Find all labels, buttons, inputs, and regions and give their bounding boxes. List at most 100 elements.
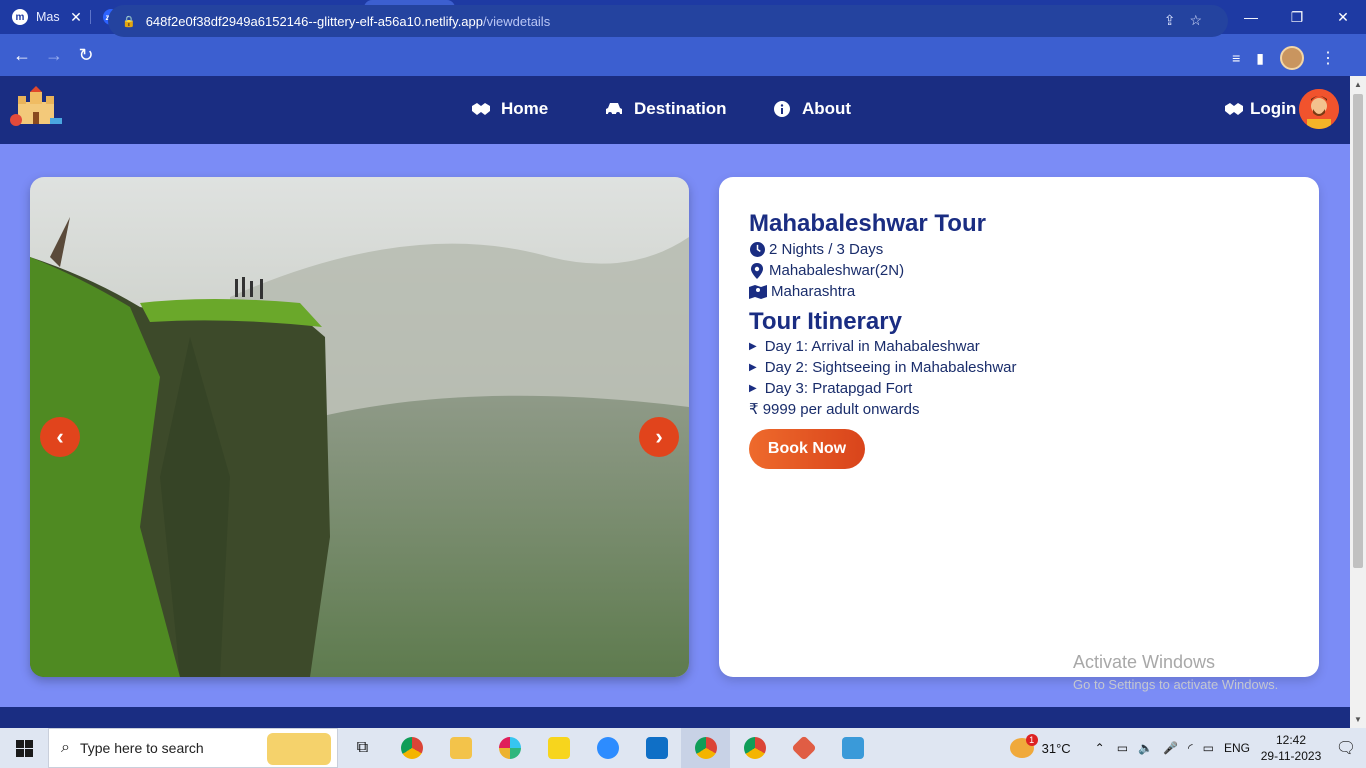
browser-toolbar-icons: ≡ ▮ ⋮ [1232,46,1336,70]
itinerary-item-label: Day 1: Arrival in Mahabaleshwar [764,338,980,355]
activate-windows-subtext: Go to Settings to activate Windows. [1073,677,1279,692]
window-controls: — ❐ ✕ [1228,0,1366,34]
nav-destination-label: Destination [634,99,727,118]
info-circle-icon [772,101,792,117]
map-icon [749,284,767,300]
map-pin-icon [749,262,765,279]
chrome-profile-icon[interactable] [730,728,779,768]
page-scrollbar[interactable]: ▲ ▼ [1350,76,1366,728]
notification-center-icon[interactable]: 🗨 [1326,738,1366,758]
itinerary-item-label: Day 3: Pratapgad Fort [764,380,913,397]
clock-date: 29-11-2023 [1260,749,1322,763]
itinerary-item-label: Day 2: Sightseeing in Mahabaleshwar [764,359,1017,376]
url-host: 648f2e0f38df2949a6152146--glittery-elf-a… [145,13,483,29]
tour-state: Maharashtra [771,283,856,300]
caret-right-icon: ▶ [749,341,757,352]
git-app-icon[interactable] [779,728,828,768]
nav-home-label: Home [501,99,549,118]
tour-duration: 2 Nights / 3 Days [769,241,884,258]
cheetah-search-highlight-icon [267,733,331,765]
handshake-icon [471,101,491,117]
search-icon: ⌕ [61,739,70,756]
browser-profile-avatar[interactable] [1280,46,1304,70]
chrome-app-icon[interactable] [387,728,436,768]
forward-icon[interactable]: → [38,45,70,66]
share-and-bookmark-icons[interactable]: ⇪☆ [1164,12,1216,29]
nav-home-link[interactable]: Home [471,99,548,119]
task-view-icon[interactable]: ⧉ [338,728,387,768]
windows-start-icon[interactable] [0,728,48,768]
minimize-icon[interactable]: — [1228,0,1274,34]
side-panel-icon[interactable]: ▮ [1256,50,1264,67]
wifi-icon[interactable]: ◜ [1188,741,1193,755]
temperature-label[interactable]: 31°C [1042,741,1071,756]
mountain-cliff-image [30,177,689,677]
language-indicator[interactable]: ENG [1224,741,1250,755]
location-row: Mahabaleshwar(2N) [749,260,1289,281]
battery-icon[interactable]: ▭ [1203,741,1214,755]
url-path: /viewdetails [483,13,551,29]
itinerary-item: ▶ Day 2: Sightseeing in Mahabaleshwar [749,357,1289,378]
reload-icon[interactable]: ↻ [70,45,102,66]
activate-windows-watermark: Activate Windows [1073,652,1216,672]
caret-right-icon: ▶ [749,362,757,373]
close-window-icon[interactable]: ✕ [1320,0,1366,34]
nav-login-link[interactable]: Login [1224,99,1296,119]
carousel-prev-button[interactable]: ‹ [40,417,80,457]
vscode-app-icon[interactable] [632,728,681,768]
weather-icon[interactable]: 1 [1009,734,1038,758]
slack-app-icon[interactable] [485,728,534,768]
weather-badge: 1 [1025,734,1038,746]
back-icon[interactable]: ← [6,45,38,66]
lock-icon[interactable]: 🔒 [122,15,136,28]
tour-details-card: Mahabaleshwar Tour 2 Nights / 3 Days Mah… [719,177,1319,677]
scroll-down-icon[interactable]: ▼ [1350,715,1366,724]
speaker-icon[interactable]: 🔈 [1138,741,1153,755]
clock-time: 12:42 [1275,733,1307,747]
tour-price: ₹ 9999 per adult onwards [749,401,920,418]
chevron-right-icon: › [655,424,663,449]
taskbar-search-box[interactable]: ⌕ Type here to search [48,728,338,768]
close-tab-icon[interactable]: ✕ [69,9,83,26]
file-explorer-icon[interactable] [436,728,485,768]
photos-app-icon[interactable] [828,728,877,768]
kebab-menu-icon[interactable]: ⋮ [1320,48,1336,68]
castle-logo-icon[interactable] [10,86,62,128]
site-favicon-icon: m [12,9,28,25]
reading-list-icon[interactable]: ≡ [1232,50,1240,66]
scroll-up-icon[interactable]: ▲ [1350,80,1366,89]
system-clock[interactable]: 12:42 29-11-2023 [1256,732,1326,764]
address-bar-row: ← → ↻ [0,34,1366,76]
microphone-icon[interactable]: 🎤 [1163,741,1178,755]
system-tray: 1 31°C ⌃ ▭ 🔈 🎤 ◜ ▭ ENG 12:42 29-11-2023 … [1009,728,1366,768]
meet-now-icon[interactable]: ▭ [1117,741,1128,755]
nav-destination-link[interactable]: Destination [604,99,727,119]
book-now-button[interactable]: Book Now [749,429,865,469]
chevron-left-icon: ‹ [56,424,64,449]
chrome-active-window-icon[interactable] [681,728,730,768]
state-row: Maharashtra [749,281,1289,302]
itinerary-item: ▶ Day 1: Arrival in Mahabaleshwar [749,336,1289,357]
browser-tab-title: Mas [36,10,60,24]
duration-row: 2 Nights / 3 Days [749,239,1289,260]
browser-tab[interactable]: m Mas ✕ [0,0,91,34]
sticky-notes-icon[interactable] [534,728,583,768]
taskbar-search-placeholder: Type here to search [79,740,204,756]
caret-right-icon: ▶ [749,383,757,394]
nav-about-link[interactable]: About [772,99,851,119]
chevron-up-icon[interactable]: ⌃ [1095,741,1105,755]
scrollbar-thumb[interactable] [1353,94,1363,568]
car-icon [604,101,624,117]
clock-icon [749,242,765,258]
tour-location: Mahabaleshwar(2N) [769,262,905,279]
nav-about-label: About [802,99,852,118]
windows-taskbar: ⌕ Type here to search ⧉ 1 31°C ⌃ ▭ 🔈 🎤 ◜… [0,728,1366,768]
carousel-next-button[interactable]: › [639,417,679,457]
user-avatar[interactable] [1299,89,1339,129]
zoom-app-icon[interactable] [583,728,632,768]
restore-icon[interactable]: ❐ [1274,0,1320,34]
tour-title: Mahabaleshwar Tour [749,210,986,237]
itinerary-heading: Tour Itinerary [749,308,902,335]
url-field[interactable]: 🔒 648f2e0f38df2949a6152146--glittery-elf… [108,5,1228,37]
site-footer [0,707,1350,728]
